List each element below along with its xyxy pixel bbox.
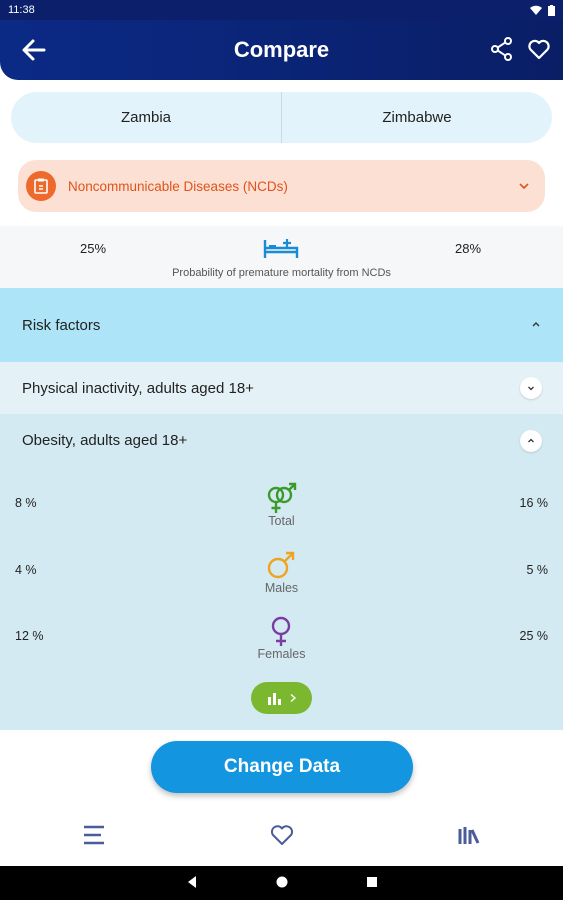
risk-factors-label: Risk factors [22,316,101,334]
chevron-right-icon [290,693,296,703]
hospital-bed-icon [263,239,299,258]
stat-left-value: 4 % [15,563,37,577]
stat-label: Total [268,514,295,528]
change-data-button[interactable]: Change Data [151,741,413,793]
country-selector: Zambia Zimbabwe [11,92,552,143]
system-back-icon[interactable] [185,875,199,889]
favorites-heart-icon[interactable] [269,822,295,848]
battery-icon [548,4,555,16]
mortality-summary: 25% 28% Probability of premature mortali… [0,226,563,288]
status-bar: 11:38 [0,0,563,20]
chevron-up-icon [532,322,540,327]
mortality-right-value: 28% [455,241,482,256]
gender-total-icon [267,482,297,513]
library-icon[interactable] [456,822,482,848]
expand-button[interactable] [520,377,542,399]
chevron-up-icon [528,438,534,443]
stat-right-value: 16 % [519,496,549,510]
stat-right-value: 25 % [519,629,549,643]
risk-item-label: Physical inactivity, adults aged 18+ [22,379,254,397]
bar-chart-icon [267,693,281,705]
stat-row-total: 8 % 16 % Total [0,482,563,542]
stat-left-value: 8 % [15,496,37,510]
female-icon [271,616,291,646]
bottom-nav [0,808,563,866]
share-icon[interactable] [490,36,514,62]
stat-row-males: 4 % 5 % Males [0,549,563,609]
status-time: 11:38 [8,4,35,16]
topic-label: Noncommunicable Diseases (NCDs) [68,178,288,194]
mortality-caption: Probability of premature mortality from … [172,267,391,279]
risk-factors-header[interactable]: Risk factors [0,288,563,362]
risk-item-physical-inactivity[interactable]: Physical inactivity, adults aged 18+ [0,362,563,414]
topic-dropdown[interactable]: Noncommunicable Diseases (NCDs) [18,160,545,212]
menu-icon[interactable] [82,822,108,848]
risk-item-label[interactable]: Obesity, adults aged 18+ [22,432,187,449]
clipboard-icon [26,171,56,201]
stat-label: Females [257,647,306,661]
show-chart-button[interactable] [251,682,312,714]
app-bar: Compare [0,20,563,80]
chevron-down-icon [528,386,534,391]
heart-icon[interactable] [527,37,551,61]
stat-label: Males [264,581,299,595]
system-recents-icon[interactable] [365,875,379,889]
country-right[interactable]: Zimbabwe [282,92,552,143]
system-home-icon[interactable] [275,875,289,889]
system-nav-bar [0,866,563,900]
wifi-icon [530,5,542,15]
country-left[interactable]: Zambia [11,92,281,143]
risk-item-obesity: Obesity, adults aged 18+ 8 % 16 % Total … [0,414,563,730]
collapse-button[interactable] [520,430,542,452]
stat-row-females: 12 % 25 % Females [0,615,563,675]
page-title: Compare [233,37,330,62]
mortality-left-value: 25% [80,241,107,256]
chevron-down-icon [519,183,529,190]
stat-left-value: 12 % [15,629,44,643]
male-icon [267,551,295,579]
stat-right-value: 5 % [526,563,548,577]
